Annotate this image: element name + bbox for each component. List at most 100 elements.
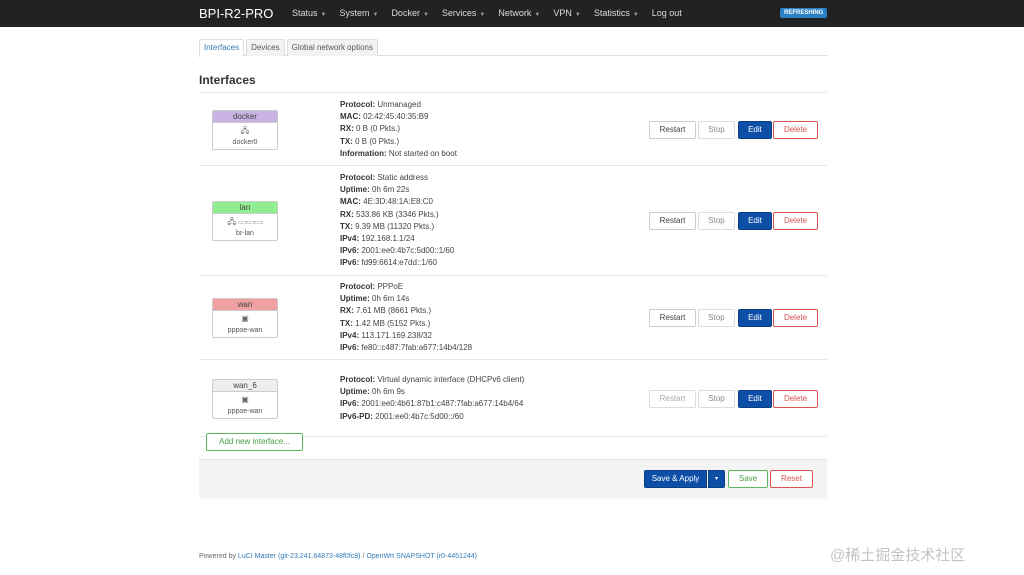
info-label: Uptime: [340, 185, 370, 195]
edit-button[interactable]: Edit [738, 212, 772, 230]
delete-button[interactable]: Delete [773, 390, 818, 408]
menu-item-services[interactable]: Services ▼ [442, 0, 485, 27]
info-value: 1.42 MB (5152 Pkts.) [352, 318, 431, 328]
info-line: IPv6: fd99:6614:e7dd::1/60 [340, 257, 454, 269]
interface-badge-lan[interactable]: lan 🖧 ▭▭▭ br-lan [212, 201, 278, 241]
save-button[interactable]: Save [728, 470, 768, 488]
info-label: Uptime: [340, 387, 370, 397]
info-line: IPv6: fe80::c487:7fab:a677:14b4/128 [340, 342, 472, 354]
brand-title[interactable]: BPI-R2-PRO [199, 6, 273, 21]
info-label: Uptime: [340, 294, 370, 304]
info-line: IPv6-PD: 2001:ee0:4b7c:5d00::/60 [340, 411, 524, 423]
info-label: TX: [340, 221, 353, 231]
menu-item-docker[interactable]: Docker ▼ [391, 0, 428, 27]
tunnel-icon: ▣ [241, 395, 249, 404]
tab-global-network-options[interactable]: Global network options [286, 39, 378, 56]
interface-info: Protocol: Unmanaged MAC: 02:42:45:40:35:B… [340, 99, 457, 160]
menu-item-vpn[interactable]: VPN ▼ [553, 0, 580, 27]
info-value: Static address [375, 173, 429, 182]
interface-badge-docker[interactable]: docker 🖧 docker0 [212, 110, 278, 150]
info-label: RX: [340, 209, 354, 219]
interface-row: lan 🖧 ▭▭▭ br-lan Protocol: Static address Up… [199, 166, 827, 276]
caret-down-icon: ▼ [574, 12, 581, 18]
info-value: 0h 6m 22s [369, 185, 410, 195]
delete-button[interactable]: Delete [773, 309, 818, 327]
info-line: Information: Not started on boot [340, 148, 457, 160]
save-apply-dropdown-button[interactable]: ▾ [708, 470, 725, 488]
add-interface-button[interactable]: Add new interface... [206, 433, 303, 451]
powered-by-footer: Powered by LuCI Master (git-23.241.64873… [199, 553, 477, 560]
delete-button[interactable]: Delete [773, 121, 818, 139]
info-label: IPv6: [340, 343, 360, 353]
info-value: 7.61 MB (8661 Pkts.) [353, 306, 432, 316]
save-apply-button[interactable]: Save & Apply [644, 470, 707, 488]
info-label: RX: [340, 124, 354, 134]
menu-item-label: Log out [651, 8, 682, 18]
luci-link[interactable]: LuCI Master (git-23.241.64873-48f0fc8) [238, 553, 361, 560]
info-line: Protocol: PPPoE [340, 281, 472, 293]
info-line: IPv4: 113.171.169.238/32 [340, 330, 472, 342]
tab-interfaces[interactable]: Interfaces [199, 39, 245, 57]
menu-item-label: Docker [391, 8, 420, 18]
menu-item-log-out[interactable]: Log out [652, 0, 682, 27]
info-value: PPPoE [375, 282, 404, 291]
stop-button[interactable]: Stop [698, 121, 735, 139]
delete-button[interactable]: Delete [773, 212, 818, 230]
restart-button[interactable]: Restart [649, 121, 696, 139]
caret-down-icon: ▼ [632, 12, 639, 18]
restart-button[interactable]: Restart [649, 390, 696, 408]
menu-item-network[interactable]: Network ▼ [498, 0, 540, 27]
stop-button[interactable]: Stop [698, 309, 735, 327]
info-line: IPv6: 2001:ee0:4b7c:5d00::1/60 [340, 245, 454, 257]
interface-row: wan_6 ▣ pppoe-wan Protocol: Virtual dynamic… [199, 360, 827, 437]
info-label: IPv6-PD: [340, 411, 373, 421]
caret-down-icon: ▼ [422, 12, 429, 18]
info-label: MAC: [340, 112, 361, 122]
menu-item-statistics[interactable]: Statistics ▼ [594, 0, 639, 27]
info-label: TX: [340, 136, 353, 146]
menu-item-status[interactable]: Status ▼ [292, 0, 326, 27]
watermark: @稀土掘金技术社区 [830, 547, 966, 564]
menu-item-label: Network [498, 8, 532, 18]
menu-item-label: System [339, 8, 370, 18]
menu-item-label: Statistics [593, 8, 630, 18]
info-line: IPv6: 2001:ee0:4b61:87b1:c487:7fab:a677:… [340, 398, 524, 410]
menu-item-label: Services [441, 8, 477, 18]
info-label: IPv6: [340, 258, 360, 268]
info-line: Protocol: Virtual dynamic interface (DHC… [340, 374, 524, 386]
stop-button[interactable]: Stop [698, 390, 735, 408]
restart-button[interactable]: Restart [649, 309, 696, 327]
info-line: RX: 7.61 MB (8661 Pkts.) [340, 305, 472, 317]
info-value: fe80::c487:7fab:a677:14b4/128 [359, 343, 473, 353]
edit-button[interactable]: Edit [738, 309, 772, 327]
interface-device: pppoe-wan [227, 327, 263, 334]
info-line: TX: 1.42 MB (5152 Pkts.) [340, 318, 472, 330]
info-label: MAC: [340, 197, 361, 207]
caret-down-icon: ▼ [534, 12, 541, 18]
tunnel-icon: ▣ [241, 314, 249, 323]
ethernet-port-icon: 🖧 [240, 126, 250, 135]
stop-button[interactable]: Stop [698, 212, 735, 230]
interface-name: lan [213, 202, 277, 214]
caret-down-icon: ▼ [372, 12, 379, 18]
info-label: Protocol: [340, 100, 376, 109]
info-value: 0 B (0 Pkts.) [353, 124, 401, 134]
info-label: IPv6: [340, 399, 360, 409]
tab-devices[interactable]: Devices [246, 39, 285, 56]
info-value: 192.168.1.1/24 [359, 234, 415, 244]
info-value: 9.39 MB (11320 Pkts.) [352, 221, 435, 231]
interface-badge-wan[interactable]: wan ▣ pppoe-wan [212, 298, 278, 338]
refreshing-badge[interactable]: REFRESHING [780, 8, 828, 18]
interface-name: wan [213, 299, 277, 311]
openwrt-link[interactable]: OpenWrt SNAPSHOT (r0-4451244) [366, 553, 477, 560]
edit-button[interactable]: Edit [738, 121, 772, 139]
reset-button[interactable]: Reset [770, 470, 813, 488]
interface-badge-wan_6[interactable]: wan_6 ▣ pppoe-wan [212, 379, 278, 419]
info-value: 2001:ee0:4b7c:5d00::1/60 [359, 246, 455, 256]
interfaces-table: docker 🖧 docker0 Protocol: Unmanaged MAC: 02… [199, 92, 827, 437]
restart-button[interactable]: Restart [649, 212, 696, 230]
edit-button[interactable]: Edit [738, 390, 772, 408]
info-label: Information: [340, 148, 387, 158]
caret-down-icon: ▼ [479, 12, 486, 18]
menu-item-system[interactable]: System ▼ [339, 0, 378, 27]
